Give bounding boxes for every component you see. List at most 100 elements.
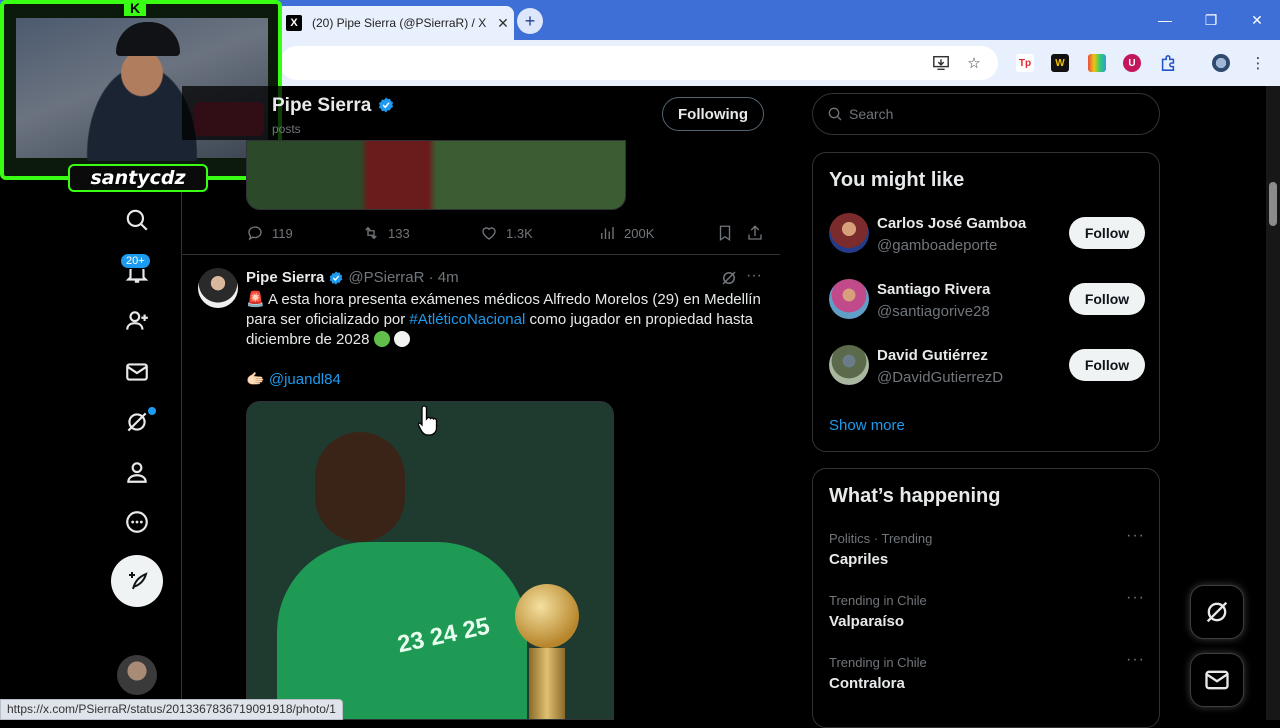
bookmark-star-icon[interactable]: ☆ [963,52,985,74]
mention-link[interactable]: @juandl84 [269,371,341,388]
trend-item[interactable]: Trending in Chile Valparaíso ··· [829,589,1145,637]
search-input[interactable]: Search [812,93,1160,135]
restore-button[interactable]: ❐ [1188,0,1234,40]
view-count: 200K [624,225,655,241]
suggested-user-avatar[interactable] [829,213,869,253]
share-action[interactable] [746,222,772,244]
tweet-more-icon[interactable]: ··· [746,268,764,287]
reply-action[interactable]: 119 [246,222,293,244]
trend-category: Trending in Chile [829,655,927,670]
hand-pointer-cursor-icon [418,405,438,436]
extension-color-icon[interactable] [1086,52,1108,74]
retweet-count: 133 [388,225,410,241]
who-to-follow-title: You might like [829,169,965,191]
trend-name: Capriles [829,551,889,568]
tweet-divider [182,254,780,255]
show-more-link[interactable]: Show more [829,417,905,434]
notifications-badge: 20+ [120,253,151,269]
grok-unread-dot [148,407,156,415]
browser-menu-icon[interactable]: ⋮ [1247,52,1269,74]
scrollbar-thumb[interactable] [1269,182,1277,226]
messages-envelope-icon[interactable] [122,357,152,387]
envelope-icon [1205,670,1229,690]
suggested-user-name[interactable]: Santiago Rivera [877,281,990,298]
tweet-mention-line: 🫱🏻 @juandl84 [246,370,341,390]
grok-floating-button[interactable] [1190,585,1244,639]
hashtag-link[interactable]: #AtléticoNacional [409,311,525,328]
trend-name: Valparaíso [829,613,905,630]
streamer-name-tag: santycdz [68,164,208,192]
tab-title: (20) Pipe Sierra (@PSierraR) / X [312,16,487,30]
profile-person-icon[interactable] [122,457,152,487]
suggested-user-avatar[interactable] [829,345,869,385]
retweet-action[interactable]: 133 [362,222,410,244]
suggested-user[interactable]: Santiago Rivera @santiagorive28 Follow [829,277,1149,321]
trend-category: Politics · Trending [829,531,933,546]
trend-more-icon[interactable]: ··· [1126,527,1145,545]
search-placeholder: Search [849,106,894,122]
suggested-user-name[interactable]: David Gutiérrez [877,347,988,364]
account-avatar[interactable] [117,655,157,695]
extensions-puzzle-icon[interactable] [1157,52,1179,74]
like-action[interactable]: 1.3K [480,222,533,244]
bookmark-action[interactable] [716,222,742,244]
install-app-icon[interactable] [930,52,952,74]
tweet-header: Pipe Sierra @PSierraR · 4m [246,269,459,286]
share-icon [748,225,762,240]
tab-close-icon[interactable]: ✕ [492,15,514,32]
extension-w-icon[interactable]: W [1049,52,1071,74]
close-window-button[interactable]: ✕ [1234,0,1280,40]
trend-more-icon[interactable]: ··· [1126,651,1145,669]
suggested-user-handle: @DavidGutierrezD [877,369,1004,386]
following-button[interactable]: Following [662,97,764,131]
previous-tweet-image[interactable] [246,140,626,210]
browser-tab[interactable]: X (20) Pipe Sierra (@PSierraR) / X ✕ [276,6,514,40]
trend-item[interactable]: Politics · Trending Capriles ··· [829,527,1145,575]
new-tab-button[interactable]: + [517,8,543,34]
extension-u-icon[interactable]: U [1121,52,1143,74]
profile-header-name: Pipe Sierra [272,95,395,117]
kick-logo-icon: K [124,0,146,16]
retweet-icon [365,226,377,240]
compose-post-button[interactable] [111,555,163,607]
heart-icon [482,227,496,240]
suggested-user-name[interactable]: Carlos José Gamboa [877,215,1026,232]
reply-count: 119 [272,225,293,241]
who-to-follow-card: You might like Carlos José Gamboa @gambo… [812,152,1160,452]
tweet-author-avatar[interactable] [198,268,238,308]
feather-plus-icon [129,572,148,590]
suggested-user-avatar[interactable] [829,279,869,319]
bookmark-icon [719,225,731,242]
whats-happening-card: What’s happening Politics · Trending Cap… [812,468,1160,728]
tweet-author-name[interactable]: Pipe Sierra [246,269,324,286]
tweet-text: 🚨 A esta hora presenta exámenes médicos … [246,291,761,348]
extension-tp-icon[interactable]: Tp [1014,52,1036,74]
profile-post-count: posts [272,122,301,136]
tweet-photo[interactable]: 23 24 25 [246,401,614,720]
verified-badge-icon [328,270,344,286]
views-action[interactable]: 200K [598,222,654,244]
suggested-user[interactable]: David Gutiérrez @DavidGutierrezD Follow [829,343,1149,387]
follow-button[interactable]: Follow [1069,349,1145,381]
messages-floating-button[interactable] [1190,653,1244,707]
handshake-emoji-icon: 🫱🏻 [246,371,265,388]
trend-item[interactable]: Trending in Chile Contralora ··· [829,651,1145,699]
trend-more-icon[interactable]: ··· [1126,589,1145,607]
green-circle-emoji-icon [373,331,390,347]
tweet-handle-time[interactable]: @PSierraR · 4m [348,269,458,286]
white-circle-emoji-icon [393,331,410,347]
grok-explain-icon[interactable] [720,269,738,287]
follow-button[interactable]: Follow [1069,283,1145,315]
follow-person-add-icon[interactable] [122,306,152,336]
minimize-button[interactable]: — [1142,0,1188,40]
address-bar[interactable] [280,46,998,80]
views-chart-icon [601,227,614,239]
more-circle-icon[interactable] [122,507,152,537]
explore-search-icon[interactable] [122,205,152,235]
search-icon [828,107,842,121]
reply-icon [248,226,262,241]
profile-avatar-icon[interactable] [1210,52,1232,74]
follow-button[interactable]: Follow [1069,217,1145,249]
suggested-user[interactable]: Carlos José Gamboa @gamboadeporte Follow [829,211,1149,255]
trend-name: Contralora [829,675,905,692]
